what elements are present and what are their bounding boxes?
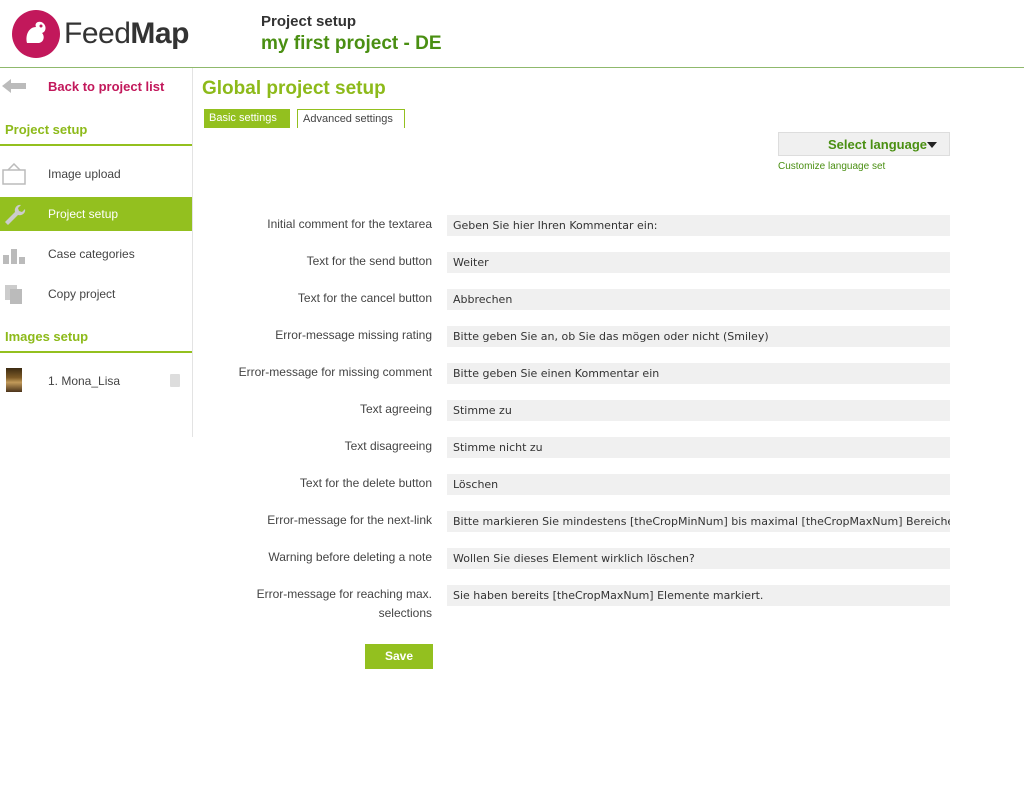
cancel-button-text-input[interactable]: Abbrechen [447,289,950,310]
next-link-message-input[interactable]: Bitte markieren Sie mindestens [theCropM… [447,511,950,532]
tab-advanced-settings[interactable]: Advanced settings [297,109,405,128]
delete-button-text-input[interactable]: Löschen [447,474,950,495]
arrow-left-icon [2,79,26,93]
copy-icon [5,285,22,304]
tab-basic-settings[interactable]: Basic settings [204,109,290,128]
text-disagreeing-input[interactable]: Stimme nicht zu [447,437,950,458]
send-button-text-input[interactable]: Weiter [447,252,950,273]
mona-lisa-thumbnail [6,368,22,392]
project-title: my first project - DE [261,33,442,54]
sidebar-item-label: Case categories [48,247,135,261]
sidebar-item-case-categories[interactable]: Case categories [0,237,192,271]
field-label: Text for the delete button [299,476,432,490]
sidebar-item-label: Image upload [48,167,121,181]
field-label: Error-message for reaching max. selectio… [256,587,432,620]
field-label: Error-message for the next-link [267,513,432,527]
field-label: Warning before deleting a note [268,550,432,564]
back-label: Back to project list [48,79,165,94]
app-header: FeedMap Project setup my first project -… [0,0,1024,68]
sidebar-item-label: Project setup [48,207,119,221]
sidebar-item-project-setup[interactable]: Project setup [0,197,192,231]
select-language-dropdown[interactable]: Select language [778,132,950,156]
image-list-item[interactable]: 1. Mona_Lisa [0,366,192,396]
field-label: Error-message missing rating [275,328,432,342]
customize-language-link[interactable]: Customize language set [778,161,885,172]
page-title: Global project setup [202,78,386,99]
caret-down-icon [927,142,937,148]
squirrel-logo-icon [12,10,60,58]
header-subtitle: Project setup [261,13,357,30]
field-label: Initial comment for the textarea [267,217,432,231]
sidebar: Back to project list Project setup Image… [0,68,193,437]
sidebar-item-image-upload[interactable]: Image upload [0,157,192,191]
image-item-label: 1. Mona_Lisa [48,374,121,388]
field-label: Text for the send button [306,254,432,268]
section-heading-images-setup: Images setup [0,325,192,353]
frame-icon [2,163,26,185]
sidebar-item-label: Copy project [48,287,116,301]
logo-wordmark: FeedMap [64,17,189,50]
delete-warning-input[interactable]: Wollen Sie dieses Element wirklich lösch… [447,548,950,569]
max-selections-message-input[interactable]: Sie haben bereits [theCropMaxNum] Elemen… [447,585,950,606]
field-label: Text agreeing [359,402,432,416]
field-label: Error-message for missing comment [238,365,432,379]
feedmap-logo[interactable]: FeedMap [12,10,189,58]
back-to-project-list-link[interactable]: Back to project list [0,76,192,96]
bar-chart-icon [3,249,25,264]
wrench-icon [5,204,26,225]
section-heading-project-setup: Project setup [0,118,192,146]
field-label: Text for the cancel button [297,291,432,305]
missing-rating-message-input[interactable]: Bitte geben Sie an, ob Sie das mögen ode… [447,326,950,347]
text-agreeing-input[interactable]: Stimme zu [447,400,950,421]
sidebar-item-copy-project[interactable]: Copy project [0,277,192,311]
trash-icon[interactable] [170,374,180,387]
initial-comment-input[interactable]: Geben Sie hier Ihren Kommentar ein: [447,215,950,236]
save-button[interactable]: Save [365,644,433,669]
missing-comment-message-input[interactable]: Bitte geben Sie einen Kommentar ein [447,363,950,384]
field-label: Text disagreeing [344,439,432,453]
select-language-label: Select language [828,137,927,152]
